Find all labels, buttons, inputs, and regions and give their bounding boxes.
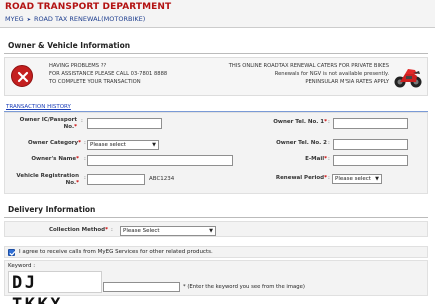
owner-tel1-label-text: Owner Tel. No. 1 — [273, 119, 325, 125]
keyword-input[interactable] — [103, 282, 180, 292]
owner-tel2-input[interactable] — [333, 139, 408, 150]
required-marker: * — [74, 124, 77, 130]
colon: : — [328, 140, 330, 146]
collection-method-value: Please Select — [123, 228, 160, 234]
breadcrumb-road-tax[interactable]: ROAD TAX RENEWAL(MOTORBIKE) — [34, 15, 145, 23]
delivery-section-divider — [4, 217, 428, 218]
chevron-down-icon: ▼ — [152, 142, 156, 148]
motorbike-icon — [393, 62, 423, 90]
renewal-period-label-text: Renewal Period — [275, 175, 325, 181]
eligibility-line: PENINSULAR M'SIA RATES APPLY — [305, 79, 389, 85]
vehicle-reg-label: Vehicle Registration No.* — [7, 173, 79, 187]
alert-icon — [11, 65, 33, 87]
captcha-image: DJ TKKX — [8, 271, 102, 304]
header-divider — [0, 27, 435, 28]
check-icon — [9, 251, 16, 256]
header-bar: ROAD TRANSPORT DEPARTMENT MYEG ➤ ROAD TAX … — [0, 0, 435, 28]
agree-checkbox[interactable] — [8, 249, 16, 256]
captcha-text: DJ TKKX — [12, 273, 60, 304]
required-marker: * — [105, 227, 108, 233]
notice-panel: HAVING PROBLEMS ?? FOR ASSISTANCE PLEASE… — [4, 57, 428, 96]
required-marker: * — [76, 180, 79, 186]
owner-category-select[interactable]: Please select ▼ — [87, 140, 159, 150]
renewal-period-value: Please select — [335, 176, 371, 182]
colon: : — [84, 175, 86, 181]
vehicle-reg-label-line2: No. — [65, 180, 77, 186]
renewal-period-select[interactable]: Please select ▼ — [332, 174, 382, 184]
owner-category-label-text: Owner Category — [27, 140, 79, 146]
chevron-down-icon: ▼ — [375, 176, 379, 182]
owner-section-divider — [4, 53, 428, 54]
owner-tel1-label: Owner Tel. No. 1* — [233, 119, 327, 126]
delivery-section-title: Delivery Information — [8, 205, 96, 214]
colon: : — [84, 156, 86, 162]
required-marker: * — [78, 140, 81, 146]
help-line: TO COMPLETE YOUR TRANSACTION — [49, 79, 141, 85]
eligibility-notice: THIS ONLINE ROADTAX RENEWAL CATERS FOR P… — [183, 62, 389, 86]
renewal-period-label: Renewal Period* — [233, 175, 327, 182]
keyword-label: Keyword : — [8, 263, 36, 269]
breadcrumb-myeg[interactable]: MYEG — [5, 15, 24, 23]
owner-section-title: Owner & Vehicle Information — [8, 41, 131, 50]
help-line: FOR ASSISTANCE PLEASE CALL 03-7801 8888 — [49, 71, 168, 77]
required-marker: * — [324, 119, 327, 125]
collection-method-select[interactable]: Please Select ▼ — [120, 226, 216, 236]
colon: : — [81, 118, 83, 124]
collection-method-label: Collection Method* — [7, 227, 108, 234]
owner-category-label: Owner Category* — [7, 140, 81, 147]
breadcrumb: MYEG ➤ ROAD TAX RENEWAL(MOTORBIKE) — [5, 15, 145, 23]
email-label: E-Mail* — [233, 156, 327, 163]
transaction-history-link[interactable]: TRANSACTION HISTORY — [6, 104, 71, 110]
vehicle-reg-input[interactable] — [87, 174, 145, 185]
owner-ic-label: Owner IC/Passport No.* — [7, 117, 77, 131]
delivery-form: Collection Method* : Please Select ▼ — [4, 221, 428, 237]
owner-name-label-text: Owner's Name — [31, 156, 77, 162]
vehicle-reg-label-line1: Vehicle Registration — [16, 173, 79, 179]
vehicle-reg-value: ABC1234 — [149, 176, 175, 182]
breadcrumb-arrow-icon: ➤ — [26, 17, 31, 23]
email-label-text: E-Mail — [305, 156, 325, 162]
chevron-down-icon: ▼ — [209, 228, 213, 234]
required-marker: * — [324, 156, 327, 162]
owner-category-value: Please select — [90, 142, 126, 148]
owner-tel1-input[interactable] — [333, 118, 408, 129]
owner-tel2-label: Owner Tel. No. 2 — [276, 140, 327, 146]
owner-ic-input[interactable] — [87, 118, 162, 129]
owner-ic-label-line2: No. — [63, 124, 75, 130]
required-marker: * — [76, 156, 79, 162]
colon: : — [84, 140, 86, 146]
email-input[interactable] — [333, 155, 408, 166]
keyword-hint: * (Enter the keyword you see from the im… — [183, 284, 305, 290]
keyword-panel: Keyword : DJ TKKX * (Enter the keyword y… — [4, 260, 428, 304]
eligibility-line: Renewals for NGV is not available presen… — [274, 71, 389, 77]
owner-name-label: Owner's Name* — [7, 156, 79, 163]
colon: : — [328, 119, 330, 125]
agreement-row: I agree to receive calls from MyEG Servi… — [4, 246, 428, 258]
page-title: ROAD TRANSPORT DEPARTMENT — [5, 2, 172, 12]
help-line: HAVING PROBLEMS ?? — [49, 63, 107, 69]
owner-vehicle-form: Owner IC/Passport No.* : Owner Tel. No. … — [4, 112, 428, 194]
colon: : — [328, 175, 330, 181]
colon: : — [328, 156, 330, 162]
help-notice: HAVING PROBLEMS ?? FOR ASSISTANCE PLEASE… — [49, 62, 167, 86]
eligibility-line: THIS ONLINE ROADTAX RENEWAL CATERS FOR P… — [228, 63, 389, 69]
required-marker: * — [324, 175, 327, 181]
collection-method-label-text: Collection Method — [48, 227, 106, 233]
owner-ic-label-line1: Owner IC/Passport — [19, 117, 77, 123]
colon: : — [111, 227, 113, 233]
owner-name-input[interactable] — [87, 155, 233, 166]
agreement-text: I agree to receive calls from MyEG Servi… — [19, 249, 213, 255]
